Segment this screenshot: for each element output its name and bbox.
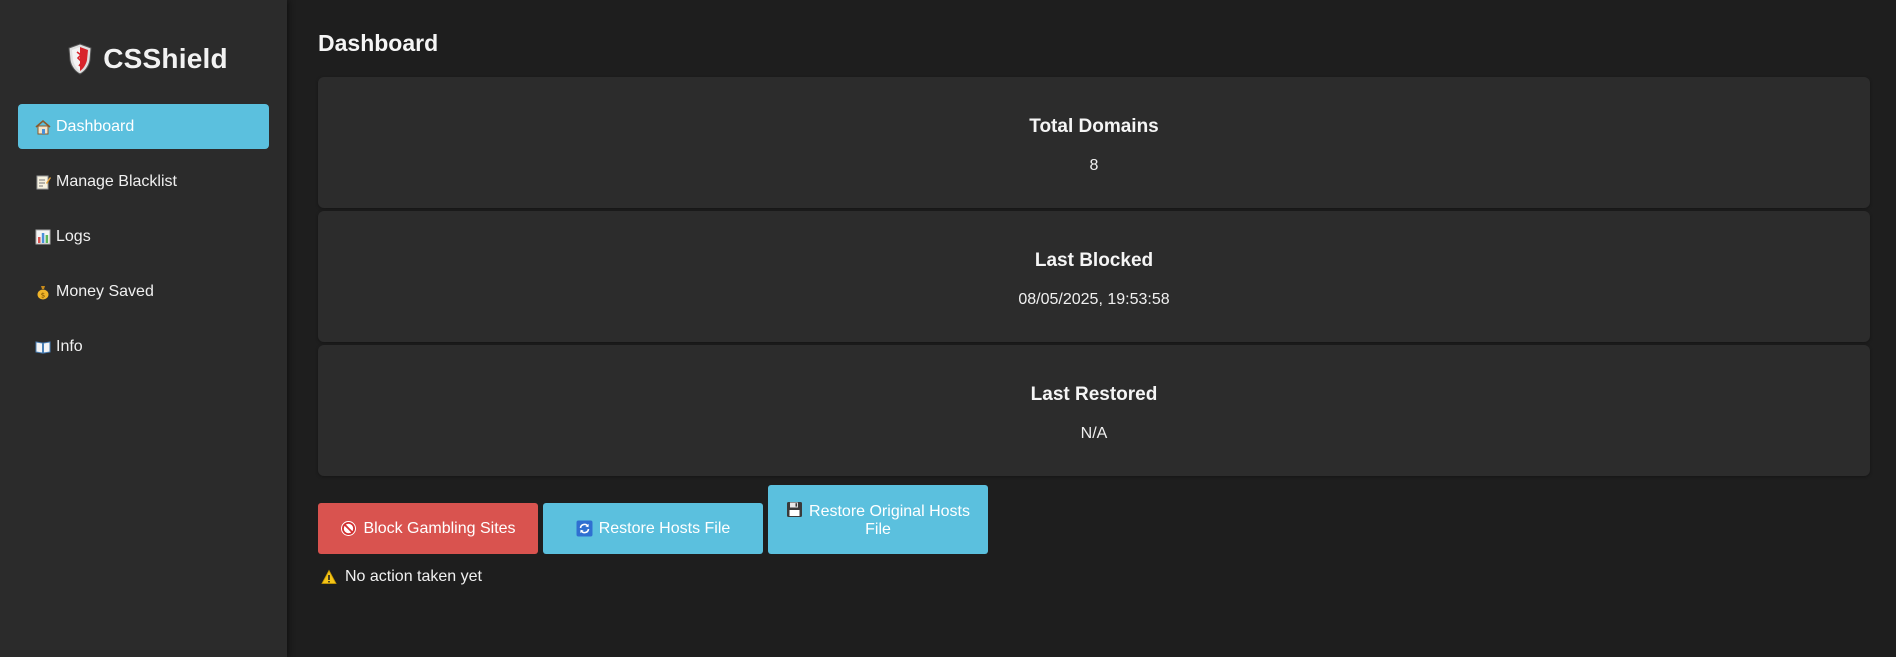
restore-hosts-file-button[interactable]: Restore Hosts File	[543, 503, 763, 554]
sidebar-nav: Dashboard Manage Blacklist Logs $ Money …	[0, 104, 287, 369]
button-label: Restore Original Hosts File	[778, 501, 978, 539]
floppy-disk-icon	[786, 501, 803, 518]
sidebar-item-label: Money Saved	[56, 282, 154, 300]
shield-icon	[67, 43, 93, 75]
card-value: N/A	[1080, 425, 1108, 442]
stat-card-total-domains: Total Domains 8	[318, 77, 1870, 208]
brand: CSShield	[0, 40, 287, 78]
card-title: Last Restored	[1030, 384, 1158, 405]
app-window: CSShield Dashboard Manage Blacklist Logs…	[0, 0, 1896, 657]
card-title: Last Blocked	[1034, 250, 1154, 271]
status-text: No action taken yet	[345, 568, 482, 585]
sidebar-item-logs[interactable]: Logs	[18, 214, 269, 259]
restore-original-hosts-file-button[interactable]: Restore Original Hosts File	[768, 485, 988, 554]
sidebar-item-label: Manage Blacklist	[56, 172, 177, 190]
refresh-icon	[576, 520, 593, 537]
action-buttons: Block Gambling Sites Restore Hosts File	[318, 484, 1870, 554]
page-title: Dashboard	[318, 30, 439, 56]
card-title: Total Domains	[1029, 116, 1159, 137]
sidebar-item-label: Dashboard	[56, 117, 135, 135]
home-icon	[34, 118, 52, 136]
prohibited-icon	[340, 520, 357, 537]
block-gambling-sites-button[interactable]: Block Gambling Sites	[318, 503, 538, 554]
sidebar-item-label: Logs	[56, 227, 91, 245]
bar-chart-icon	[34, 228, 52, 246]
stat-card-last-restored: Last Restored N/A	[318, 345, 1870, 476]
sidebar: CSShield Dashboard Manage Blacklist Logs…	[0, 0, 287, 657]
sidebar-item-info[interactable]: Info	[18, 324, 269, 369]
stat-card-last-blocked: Last Blocked 08/05/2025, 19:53:58	[318, 211, 1870, 342]
sidebar-item-money-saved[interactable]: $ Money Saved	[18, 269, 269, 314]
sidebar-item-dashboard[interactable]: Dashboard	[18, 104, 269, 149]
svg-text:$: $	[41, 291, 45, 299]
memo-icon	[34, 173, 52, 191]
status-message: No action taken yet	[318, 568, 1870, 586]
button-label: Block Gambling Sites	[363, 519, 516, 537]
card-value: 8	[1089, 157, 1099, 174]
money-bag-icon: $	[34, 283, 52, 301]
card-value: 08/05/2025, 19:53:58	[1018, 291, 1170, 308]
main-content: Dashboard Total Domains 8 Last Blocked 0…	[287, 0, 1896, 657]
sidebar-item-manage-blacklist[interactable]: Manage Blacklist	[18, 159, 269, 204]
app-name: CSShield	[103, 43, 228, 74]
book-icon	[34, 338, 52, 356]
button-label-text: Restore Original Hosts File	[809, 502, 970, 538]
button-label: Restore Hosts File	[598, 519, 731, 537]
sidebar-item-label: Info	[56, 337, 83, 355]
warning-icon	[321, 569, 337, 585]
